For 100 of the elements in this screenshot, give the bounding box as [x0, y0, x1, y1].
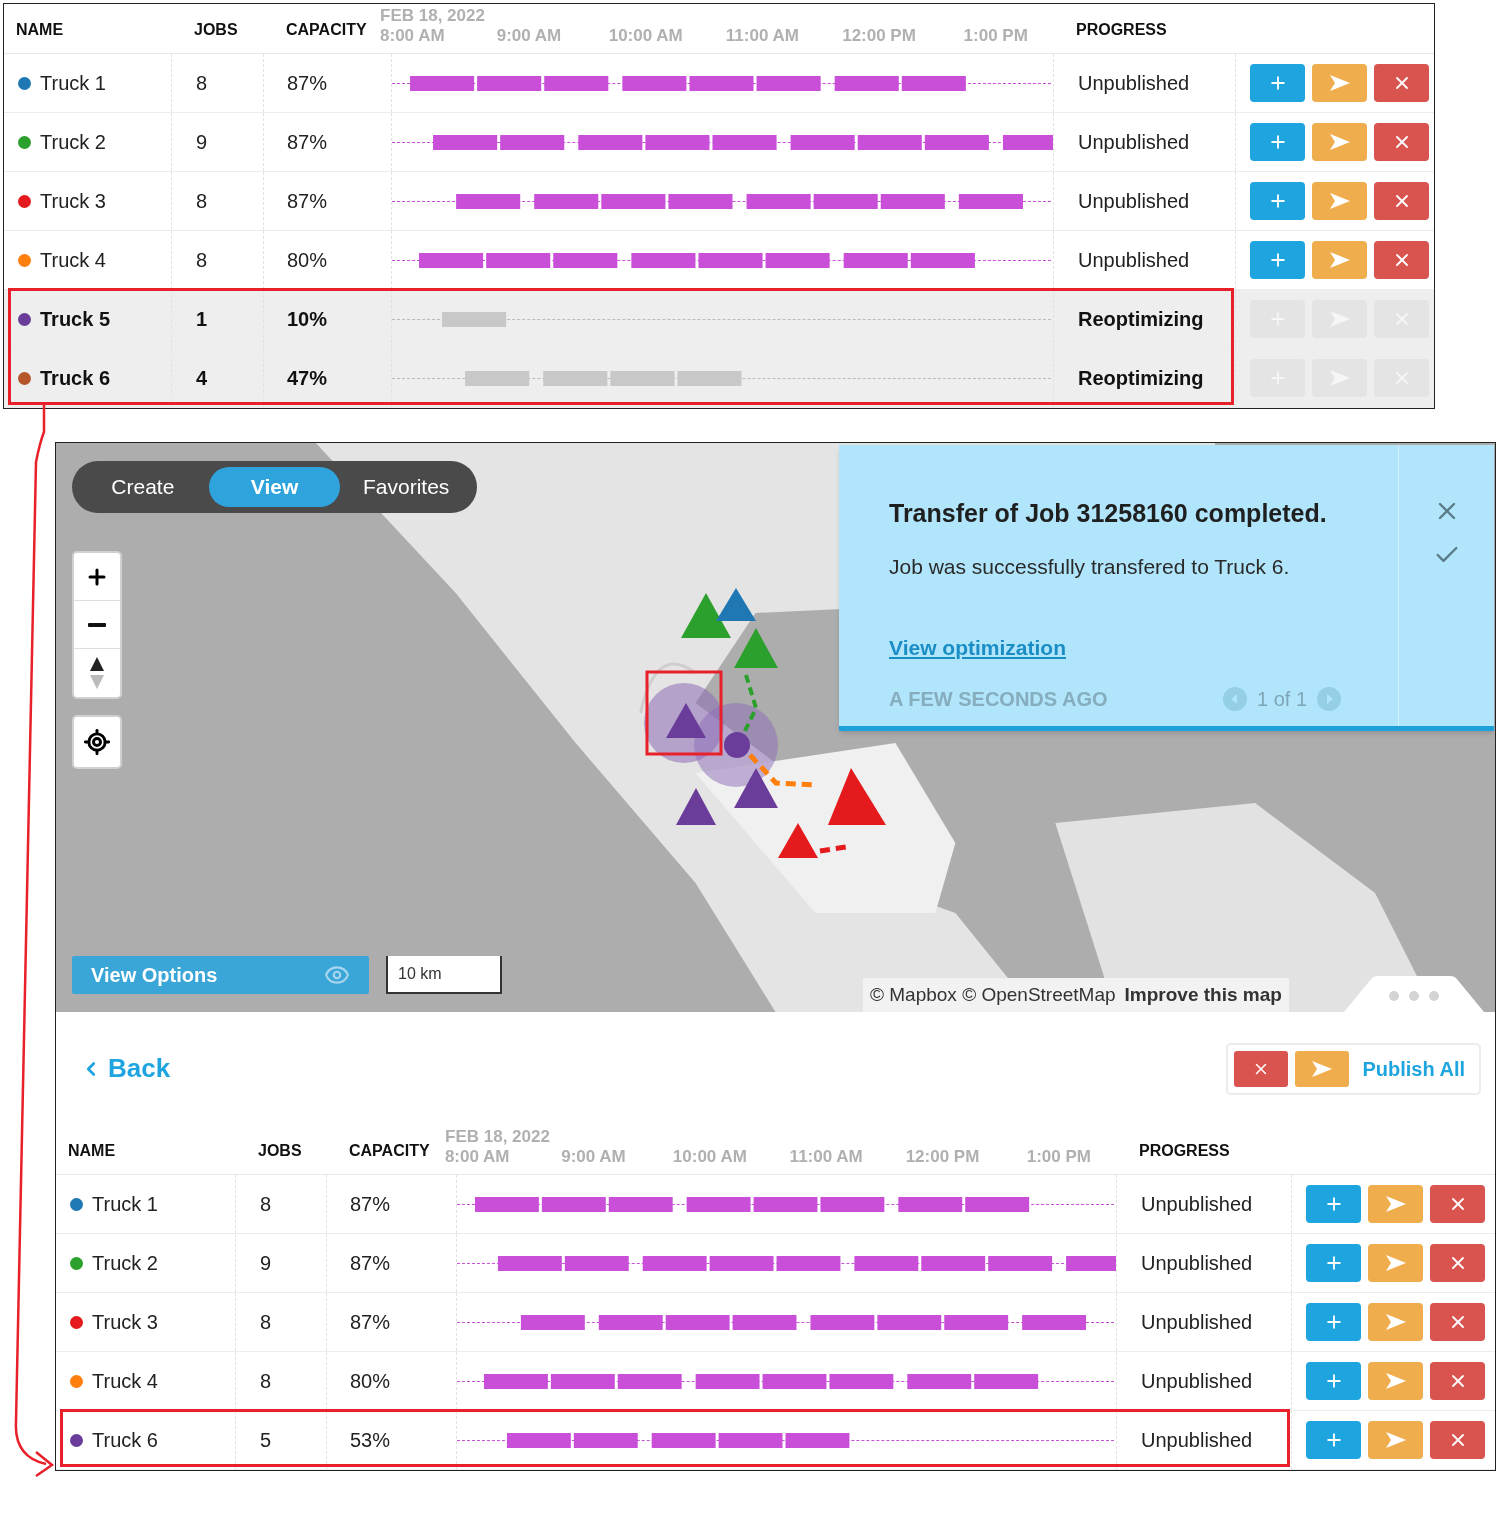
send-icon [1328, 251, 1351, 269]
time-tick: 10:00 AM [671, 1147, 748, 1167]
send-button[interactable] [1368, 1244, 1423, 1282]
timeline-date: FEB 18, 2022 [380, 6, 485, 26]
send-button[interactable] [1312, 241, 1367, 279]
view-optimization-link[interactable]: View optimization [889, 632, 1066, 664]
truck-name: Truck 2 [40, 130, 106, 155]
attribution-text: © Mapbox © OpenStreetMap [870, 982, 1116, 1007]
capacity-value: 87% [287, 71, 328, 96]
send-icon [1384, 1254, 1407, 1272]
jobs-count: 5 [260, 1428, 272, 1453]
capacity-value: 80% [350, 1369, 391, 1394]
column-header: NAME [15, 20, 65, 40]
capacity-value: 87% [350, 1310, 391, 1335]
send-all-button[interactable] [1295, 1050, 1350, 1087]
add-button[interactable] [1250, 182, 1305, 220]
remove-button[interactable] [1374, 182, 1429, 220]
remove-button[interactable] [1374, 64, 1429, 102]
progress-status: Unpublished [1078, 248, 1190, 273]
remove-button[interactable] [1374, 123, 1429, 161]
capacity-value: 53% [350, 1428, 391, 1453]
map-marker[interactable] [778, 823, 818, 858]
minus-icon [88, 622, 106, 627]
locate-button[interactable] [72, 715, 122, 769]
map-marker[interactable] [676, 788, 716, 825]
send-icon [1384, 1195, 1407, 1213]
map-marker-cluster[interactable] [681, 588, 778, 668]
capacity-value: 10% [287, 307, 328, 332]
send-button[interactable] [1368, 1362, 1423, 1400]
jobs-count: 8 [260, 1369, 272, 1394]
timeline-date: FEB 18, 2022 [445, 1127, 550, 1147]
truck-name: Truck 3 [92, 1310, 158, 1335]
jobs-count: 8 [260, 1310, 272, 1335]
remove-button[interactable] [1430, 1244, 1485, 1282]
time-tick: 11:00 AM [724, 26, 800, 46]
add-button[interactable] [1306, 1185, 1361, 1223]
column-header: PROGRESS [1075, 20, 1168, 40]
truck-name: Truck 1 [92, 1192, 158, 1217]
capacity-value: 47% [287, 366, 328, 391]
page-indicator: 1 of 1 [1257, 686, 1308, 712]
progress-status: Reoptimizing [1078, 366, 1204, 391]
truck-name: Truck 5 [40, 307, 111, 332]
send-icon [1384, 1313, 1407, 1331]
add-button[interactable] [1306, 1421, 1361, 1459]
jobs-count: 8 [196, 189, 208, 214]
map-marker[interactable] [734, 768, 778, 808]
capacity-value: 87% [350, 1251, 391, 1276]
add-button[interactable] [1250, 123, 1305, 161]
progress-status: Unpublished [1141, 1428, 1253, 1453]
progress-status: Unpublished [1078, 130, 1190, 155]
publish-all-button[interactable]: Publish All [1362, 1053, 1465, 1084]
truck-name: Truck 2 [92, 1251, 158, 1276]
remove-button[interactable] [1430, 1421, 1485, 1459]
truck-name: Truck 3 [40, 189, 106, 214]
add-button[interactable] [1306, 1303, 1361, 1341]
jobs-count: 9 [196, 130, 208, 155]
view-options-button[interactable]: View Options [72, 956, 369, 994]
add-button[interactable] [1250, 64, 1305, 102]
send-button[interactable] [1368, 1185, 1423, 1223]
progress-status: Unpublished [1078, 189, 1190, 214]
jobs-count: 8 [196, 71, 208, 96]
notification-time: A FEW SECONDS AGO [889, 686, 1109, 712]
remove-all-button[interactable] [1234, 1050, 1289, 1087]
send-button[interactable] [1312, 182, 1367, 220]
more-tab-icon[interactable] [1344, 976, 1484, 1012]
truck-name: Truck 4 [92, 1369, 158, 1394]
send-button[interactable] [1368, 1303, 1423, 1341]
mode-tab[interactable]: View [208, 467, 341, 507]
remove-button[interactable] [1374, 241, 1429, 279]
send-button[interactable] [1312, 64, 1367, 102]
add-button[interactable] [1306, 1244, 1361, 1282]
send-icon [1328, 133, 1351, 151]
send-icon [1328, 74, 1351, 92]
improve-map-link[interactable]: Improve this map [1124, 980, 1282, 1010]
column-header: JOBS [257, 1141, 303, 1161]
jobs-count: 9 [260, 1251, 272, 1276]
route-line [819, 844, 847, 854]
remove-button[interactable] [1430, 1185, 1485, 1223]
column-header: CAPACITY [286, 20, 367, 40]
mode-tab[interactable]: Create [77, 467, 209, 507]
progress-status: Unpublished [1141, 1310, 1253, 1335]
capacity-value: 87% [350, 1192, 391, 1217]
send-button[interactable] [1312, 123, 1367, 161]
add-button[interactable] [1250, 241, 1305, 279]
mode-tab[interactable]: Favorites [340, 467, 472, 507]
capacity-value: 80% [287, 248, 328, 273]
jobs-count: 8 [196, 248, 208, 273]
notification-message: Job was successfully transfered to Truck 6. [889, 553, 1291, 580]
send-button[interactable] [1368, 1421, 1423, 1459]
truck-name: Truck 4 [40, 248, 106, 273]
scale-label: 10 km [398, 964, 442, 984]
progress-status: Unpublished [1141, 1192, 1253, 1217]
remove-button[interactable] [1430, 1303, 1485, 1341]
add-button[interactable] [1306, 1362, 1361, 1400]
remove-button[interactable] [1430, 1362, 1485, 1400]
back-link[interactable]: Back [80, 1049, 171, 1088]
truck-name: Truck 1 [40, 71, 106, 96]
time-tick: 9:00 AM [495, 26, 563, 46]
map-marker[interactable] [828, 768, 886, 825]
route-line [742, 674, 759, 734]
